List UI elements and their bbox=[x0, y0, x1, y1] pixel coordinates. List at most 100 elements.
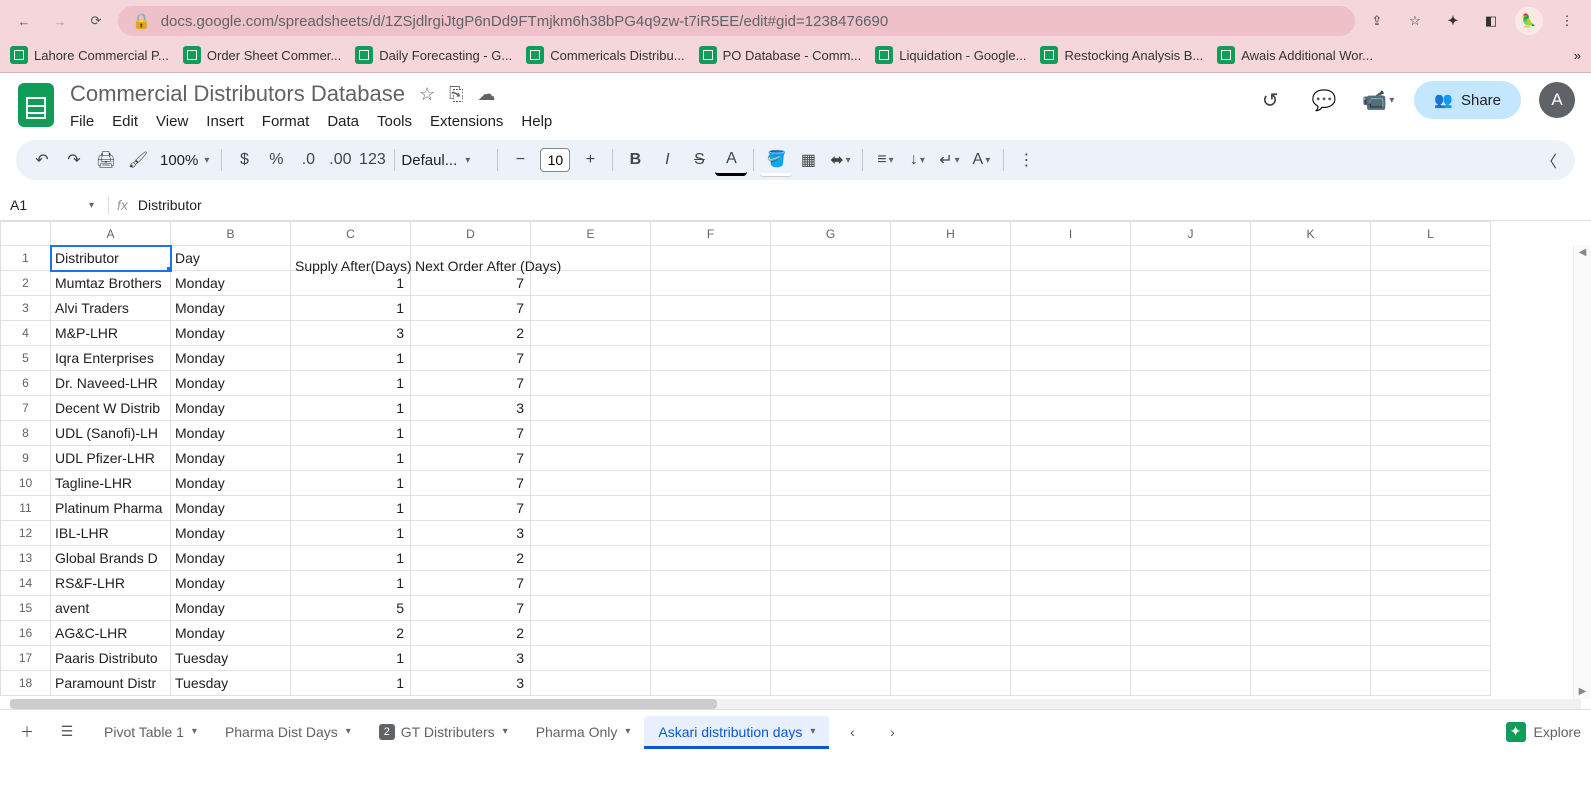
cell[interactable]: Dr. Naveed-LHR bbox=[51, 371, 171, 396]
reload-button[interactable]: ⟳ bbox=[82, 7, 110, 35]
row-header[interactable]: 10 bbox=[1, 471, 51, 496]
cell[interactable] bbox=[891, 571, 1011, 596]
cell[interactable] bbox=[531, 471, 651, 496]
cell[interactable]: Supply After(Days) bbox=[291, 246, 411, 271]
cell[interactable] bbox=[651, 621, 771, 646]
row-header[interactable]: 7 bbox=[1, 396, 51, 421]
col-header-A[interactable]: A bbox=[51, 222, 171, 246]
collapse-toolbar-button[interactable]: 〈 bbox=[1533, 144, 1565, 176]
col-header-J[interactable]: J bbox=[1131, 222, 1251, 246]
cell[interactable] bbox=[771, 271, 891, 296]
cell[interactable] bbox=[891, 621, 1011, 646]
cell[interactable] bbox=[1371, 546, 1491, 571]
cell[interactable] bbox=[1011, 546, 1131, 571]
cell[interactable]: Monday bbox=[171, 396, 291, 421]
fontsize-input[interactable] bbox=[540, 148, 570, 172]
cell[interactable] bbox=[1371, 496, 1491, 521]
vertical-scroll-arrows[interactable]: ◀▶ bbox=[1573, 245, 1591, 699]
cell[interactable] bbox=[651, 571, 771, 596]
cell[interactable]: 7 bbox=[411, 471, 531, 496]
col-header-E[interactable]: E bbox=[531, 222, 651, 246]
cell[interactable] bbox=[891, 371, 1011, 396]
cell[interactable]: 2 bbox=[291, 621, 411, 646]
cell[interactable]: 3 bbox=[411, 671, 531, 696]
menu-help[interactable]: Help bbox=[521, 113, 552, 130]
col-header-G[interactable]: G bbox=[771, 222, 891, 246]
cell[interactable] bbox=[1131, 671, 1251, 696]
rotate-button[interactable]: A▾ bbox=[965, 144, 997, 176]
cell[interactable]: 5 bbox=[291, 596, 411, 621]
sheet-tab-menu[interactable]: ▾ bbox=[503, 726, 508, 737]
cell[interactable] bbox=[891, 471, 1011, 496]
cell[interactable]: 1 bbox=[291, 521, 411, 546]
col-header-F[interactable]: F bbox=[651, 222, 771, 246]
cell[interactable] bbox=[1131, 421, 1251, 446]
cell[interactable] bbox=[1011, 471, 1131, 496]
cell[interactable]: 1 bbox=[291, 371, 411, 396]
cell[interactable] bbox=[1371, 596, 1491, 621]
cell[interactable] bbox=[651, 271, 771, 296]
cell[interactable]: Monday bbox=[171, 471, 291, 496]
cell[interactable] bbox=[651, 396, 771, 421]
cell[interactable] bbox=[1371, 321, 1491, 346]
bookmark-item[interactable]: PO Database - Comm... bbox=[699, 46, 862, 64]
cell[interactable] bbox=[1011, 496, 1131, 521]
cell[interactable] bbox=[531, 446, 651, 471]
sheet-tab[interactable]: Pharma Only▾ bbox=[522, 716, 645, 748]
cell[interactable] bbox=[1011, 596, 1131, 621]
cell[interactable] bbox=[1251, 621, 1371, 646]
col-header-B[interactable]: B bbox=[171, 222, 291, 246]
cell[interactable]: Next Order After (Days) bbox=[411, 246, 531, 271]
cell[interactable] bbox=[891, 396, 1011, 421]
cell[interactable] bbox=[771, 446, 891, 471]
cell[interactable] bbox=[891, 671, 1011, 696]
cell[interactable]: Monday bbox=[171, 371, 291, 396]
cell[interactable] bbox=[1371, 296, 1491, 321]
sheet-tab[interactable]: 2GT Distributers▾ bbox=[365, 716, 522, 748]
cell[interactable] bbox=[1251, 371, 1371, 396]
cell[interactable] bbox=[1131, 321, 1251, 346]
cell[interactable] bbox=[1251, 471, 1371, 496]
row-header[interactable]: 6 bbox=[1, 371, 51, 396]
cell[interactable] bbox=[1371, 396, 1491, 421]
sheet-tab-menu[interactable]: ▾ bbox=[346, 726, 351, 737]
zoom-dropdown[interactable]: 100%▾ bbox=[154, 152, 215, 169]
fill-color-button[interactable]: 🪣 bbox=[760, 144, 792, 176]
cell[interactable] bbox=[651, 646, 771, 671]
cell[interactable]: Monday bbox=[171, 421, 291, 446]
sidepanel-icon[interactable]: ◧ bbox=[1477, 7, 1505, 35]
cell[interactable] bbox=[771, 646, 891, 671]
bookmarks-overflow[interactable]: » bbox=[1574, 48, 1581, 63]
cell[interactable]: RS&F-LHR bbox=[51, 571, 171, 596]
cell[interactable] bbox=[891, 296, 1011, 321]
cell[interactable] bbox=[651, 296, 771, 321]
cell[interactable] bbox=[771, 421, 891, 446]
cell[interactable] bbox=[1251, 446, 1371, 471]
cell[interactable]: 2 bbox=[411, 621, 531, 646]
cell[interactable]: 7 bbox=[411, 346, 531, 371]
formula-bar[interactable]: Distributor bbox=[138, 197, 202, 213]
cell[interactable] bbox=[1251, 521, 1371, 546]
grid-area[interactable]: ABCDEFGHIJKL1DistributorDaySupply After(… bbox=[0, 221, 1591, 699]
cell[interactable] bbox=[771, 396, 891, 421]
cell[interactable]: Paaris Distributo bbox=[51, 646, 171, 671]
col-header-K[interactable]: K bbox=[1251, 222, 1371, 246]
bookmark-item[interactable]: Restocking Analysis B... bbox=[1040, 46, 1203, 64]
cell[interactable] bbox=[1251, 671, 1371, 696]
cell[interactable]: 2 bbox=[411, 321, 531, 346]
row-header[interactable]: 18 bbox=[1, 671, 51, 696]
cell[interactable] bbox=[1251, 421, 1371, 446]
cell[interactable] bbox=[771, 621, 891, 646]
wrap-button[interactable]: ↵▾ bbox=[933, 144, 965, 176]
cell[interactable] bbox=[531, 321, 651, 346]
cloud-status-icon[interactable]: ☁ bbox=[478, 84, 496, 105]
cell[interactable]: 7 bbox=[411, 596, 531, 621]
strike-button[interactable]: S bbox=[683, 144, 715, 176]
cell[interactable]: 3 bbox=[411, 646, 531, 671]
cell[interactable] bbox=[651, 371, 771, 396]
cell[interactable] bbox=[531, 396, 651, 421]
doc-title[interactable]: Commercial Distributors Database bbox=[70, 81, 405, 107]
cell[interactable] bbox=[1011, 271, 1131, 296]
cell[interactable] bbox=[771, 596, 891, 621]
cell[interactable]: IBL-LHR bbox=[51, 521, 171, 546]
